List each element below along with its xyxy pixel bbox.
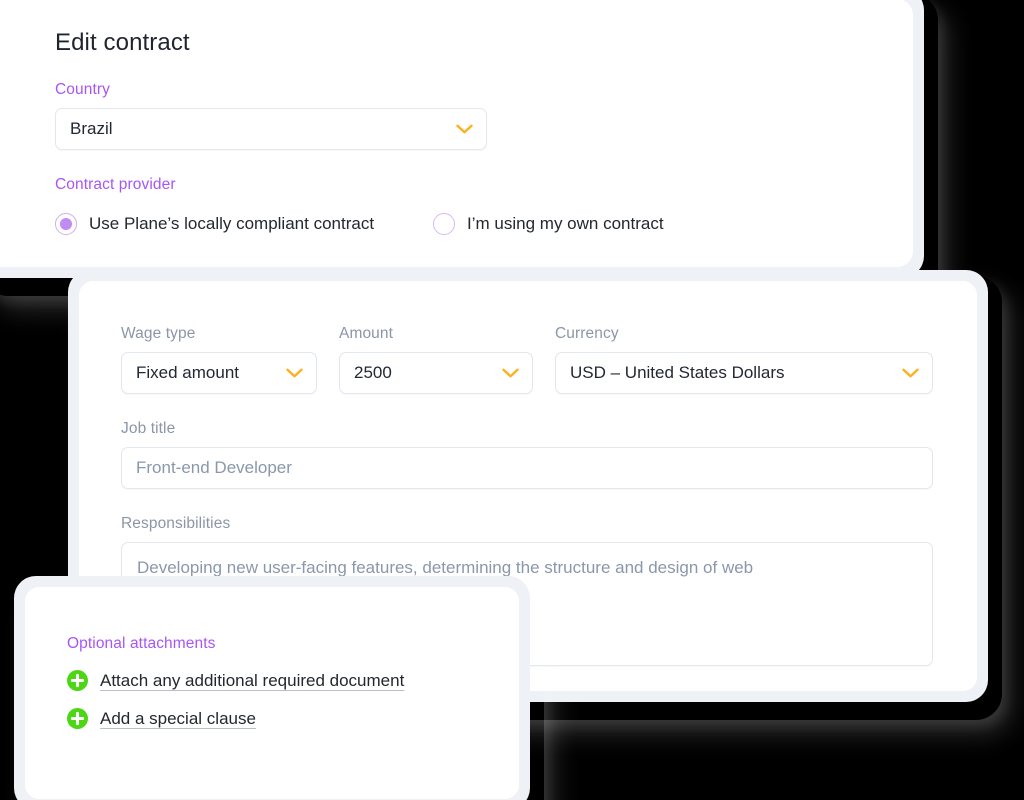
currency-field-group: Currency USD – United States Dollars [555, 325, 933, 394]
attachment-item-document-label: Attach any additional required document [100, 670, 405, 690]
radio-option-plane-contract[interactable]: Use Plane’s locally compliant contract [55, 213, 374, 235]
amount-input[interactable]: 2500 [339, 352, 533, 394]
screen-root: Edit contract Country Brazil Contract pr… [0, 0, 1024, 800]
radio-selected-icon [55, 213, 77, 235]
chevron-down-icon [286, 368, 303, 378]
radio-option-plane-contract-label: Use Plane’s locally compliant contract [89, 214, 375, 233]
wage-type-field-group: Wage type Fixed amount [121, 325, 317, 394]
amount-label: Amount [339, 325, 394, 342]
currency-select-value: USD – United States Dollars [570, 363, 785, 382]
chevron-down-icon [456, 124, 473, 134]
country-label: Country [55, 81, 110, 98]
country-select-value: Brazil [70, 119, 113, 138]
radio-option-own-contract[interactable]: I’m using my own contract [433, 213, 664, 235]
country-field-group: Country Brazil [55, 81, 913, 150]
currency-select[interactable]: USD – United States Dollars [555, 352, 933, 394]
contract-provider-label: Contract provider [55, 176, 176, 193]
country-select[interactable]: Brazil [55, 108, 487, 150]
wage-type-select[interactable]: Fixed amount [121, 352, 317, 394]
radio-option-own-contract-label: I’m using my own contract [467, 214, 664, 233]
attachments-card: Optional attachments Attach any addition… [14, 576, 530, 800]
edit-contract-card-surface: Edit contract Country Brazil Contract pr… [0, 0, 913, 267]
wage-type-label: Wage type [121, 325, 196, 342]
edit-contract-card: Edit contract Country Brazil Contract pr… [0, 0, 924, 278]
attachment-item-clause-label: Add a special clause [100, 708, 256, 728]
chevron-down-icon [902, 368, 919, 378]
job-title-input[interactable]: Front-end Developer [121, 447, 933, 489]
wage-row: Wage type Fixed amount Amount 2500 Curre… [121, 325, 933, 394]
plus-circle-icon [67, 708, 88, 729]
amount-input-value: 2500 [354, 363, 392, 382]
contract-provider-radio-group: Use Plane’s locally compliant contract I… [55, 213, 913, 235]
chevron-down-icon [502, 368, 519, 378]
job-title-input-value: Front-end Developer [136, 458, 292, 477]
amount-field-group: Amount 2500 [339, 325, 533, 394]
job-title-field-group: Job title Front-end Developer [121, 420, 933, 489]
job-title-label: Job title [121, 420, 176, 437]
responsibilities-label: Responsibilities [121, 515, 231, 532]
page-title: Edit contract [55, 29, 190, 56]
radio-unselected-icon [433, 213, 456, 235]
plus-circle-icon [67, 670, 88, 691]
contract-provider-group: Contract provider Use Plane’s locally co… [55, 176, 913, 235]
wage-type-select-value: Fixed amount [136, 363, 239, 382]
attachments-card-surface: Optional attachments Attach any addition… [25, 587, 519, 799]
attachment-item-clause[interactable]: Add a special clause [67, 708, 519, 729]
optional-attachments-heading: Optional attachments [67, 635, 216, 652]
attachment-item-document[interactable]: Attach any additional required document [67, 670, 519, 691]
currency-label: Currency [555, 325, 619, 342]
